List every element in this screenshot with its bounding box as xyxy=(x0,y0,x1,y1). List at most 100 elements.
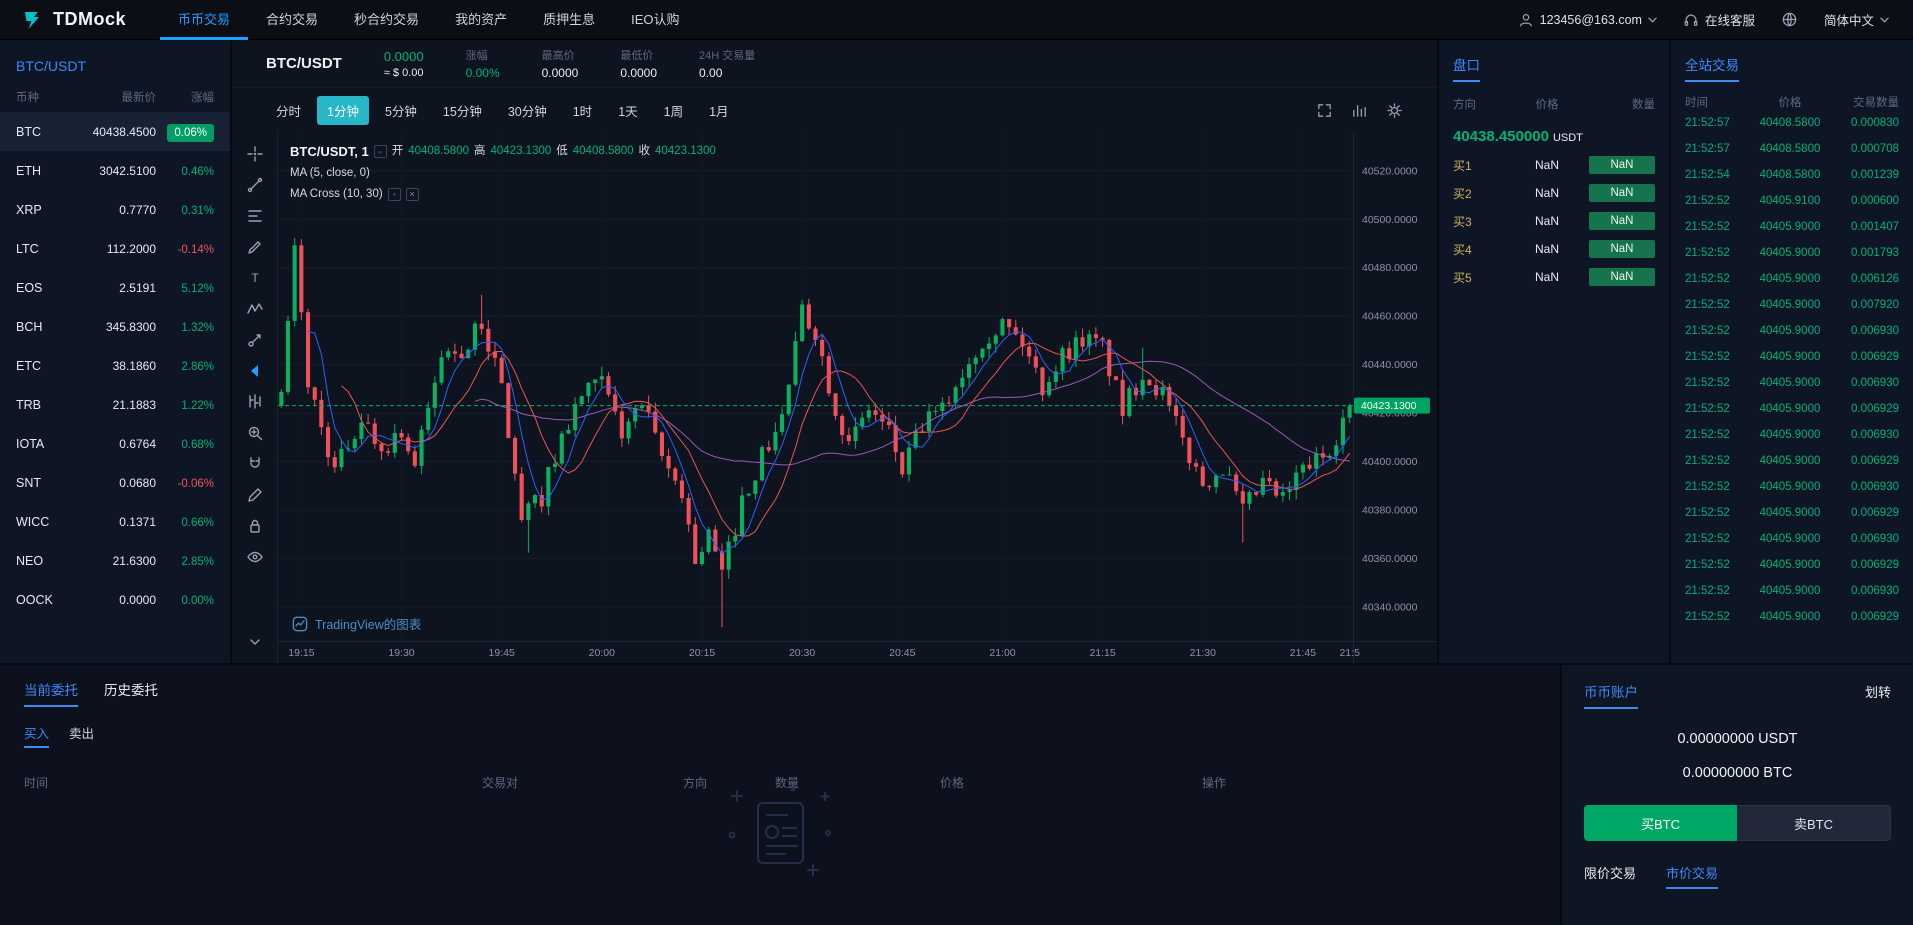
orderbook-quantity: NaN xyxy=(1589,212,1655,230)
trade-type-tab[interactable]: 限价交易 xyxy=(1584,863,1636,889)
nav-item[interactable]: 秒合约交易 xyxy=(336,0,437,40)
coin-name: WICC xyxy=(16,515,74,529)
orderbook-row[interactable]: 买4 NaN NaN xyxy=(1453,235,1655,263)
globe-button[interactable] xyxy=(1781,11,1798,28)
orders-tab[interactable]: 历史委托 xyxy=(104,679,158,705)
timeframe-tab[interactable]: 分时 xyxy=(266,96,311,125)
prediction-icon[interactable] xyxy=(232,324,277,355)
coin-name: NEO xyxy=(16,554,74,568)
nav-item[interactable]: 质押生息 xyxy=(525,0,613,40)
orderbook-row[interactable]: 买5 NaN NaN xyxy=(1453,263,1655,291)
logo-icon xyxy=(22,8,46,32)
trend-line-icon[interactable] xyxy=(232,169,277,200)
coin-row[interactable]: XRP 0.7770 0.31% xyxy=(0,190,230,229)
nav-item[interactable]: 合约交易 xyxy=(248,0,336,40)
orderbook-row[interactable]: 买3 NaN NaN xyxy=(1453,207,1655,235)
trade-row: 21:52:52 40405.9000 0.006930 xyxy=(1685,578,1899,604)
chart-canvas[interactable]: 40520.000040500.000040480.000040460.0000… xyxy=(278,132,1437,663)
tradingview-attribution[interactable]: TradingView的图表 xyxy=(292,614,421,633)
orderbook-row[interactable]: 买1 NaN NaN xyxy=(1453,151,1655,179)
orders-tab[interactable]: 当前委托 xyxy=(24,679,78,707)
ma-close-icon[interactable]: × xyxy=(406,188,419,201)
logo-text: TDMock xyxy=(53,9,126,30)
coin-row[interactable]: LTC 112.2000 -0.14% xyxy=(0,229,230,268)
eye-icon[interactable] xyxy=(232,541,277,572)
trades-tab[interactable]: 全站交易 xyxy=(1685,54,1739,82)
timeframe-tab[interactable]: 15分钟 xyxy=(433,96,492,125)
timeframe-tab[interactable]: 1周 xyxy=(654,96,693,125)
trade-time: 21:52:52 xyxy=(1685,273,1747,285)
sell-btc-button[interactable]: 卖BTC xyxy=(1737,805,1891,841)
orderbook-tab[interactable]: 盘口 xyxy=(1453,54,1480,82)
orders-subtab[interactable]: 卖出 xyxy=(69,723,94,748)
orderbook-direction: 买3 xyxy=(1453,213,1505,230)
fib-retracement-icon[interactable] xyxy=(232,200,277,231)
coin-row[interactable]: EOS 2.5191 5.12% xyxy=(0,268,230,307)
coin-row[interactable]: IOTA 0.6764 0.68% xyxy=(0,424,230,463)
nav-item[interactable]: IEO认购 xyxy=(613,0,697,40)
transfer-link[interactable]: 划转 xyxy=(1865,682,1891,701)
trade-quantity: 0.000600 xyxy=(1833,195,1899,207)
crosshair-icon[interactable] xyxy=(232,138,277,169)
coin-row[interactable]: BCH 345.8300 1.32% xyxy=(0,307,230,346)
legend-eye-icon[interactable]: ◦ xyxy=(374,145,387,158)
text-tool-icon[interactable]: T xyxy=(232,262,277,293)
brush-icon[interactable] xyxy=(232,231,277,262)
coin-row[interactable]: OOCK 0.0000 0.00% xyxy=(0,580,230,619)
coin-row[interactable]: SNT 0.0680 -0.06% xyxy=(0,463,230,502)
col-quantity: 交易数量 xyxy=(1833,94,1899,110)
logo[interactable]: TDMock xyxy=(22,8,126,32)
support-link[interactable]: 在线客服 xyxy=(1683,10,1755,29)
nav-item[interactable]: 我的资产 xyxy=(437,0,525,40)
xabcd-pattern-icon[interactable] xyxy=(232,293,277,324)
ma-settings-icon[interactable]: ◦ xyxy=(388,188,401,201)
bars-pattern-icon[interactable] xyxy=(232,386,277,417)
trade-row: 21:52:52 40405.9000 0.006929 xyxy=(1685,500,1899,526)
candlestick-chart[interactable]: 40520.000040500.000040480.000040460.0000… xyxy=(278,132,1437,663)
edit-pencil-icon[interactable] xyxy=(232,479,277,510)
orderbook-price: NaN xyxy=(1505,270,1589,284)
timeframe-tab[interactable]: 1时 xyxy=(563,96,602,125)
timeframe-tab[interactable]: 5分钟 xyxy=(375,96,427,125)
chart-toolbar-right xyxy=(1316,95,1403,126)
svg-text:19:45: 19:45 xyxy=(489,647,515,659)
trade-quantity: 0.006930 xyxy=(1833,585,1899,597)
coin-row[interactable]: TRB 21.1883 1.22% xyxy=(0,385,230,424)
timeframe-tab[interactable]: 1分钟 xyxy=(317,96,369,125)
language-menu[interactable]: 简体中文 xyxy=(1824,10,1889,29)
coin-price: 2.5191 xyxy=(74,281,156,295)
trade-type-tab[interactable]: 市价交易 xyxy=(1666,863,1718,889)
timeframe-tab[interactable]: 30分钟 xyxy=(498,96,557,125)
ticker-last-price: 0.0000 xyxy=(384,49,424,64)
account-tab[interactable]: 币币账户 xyxy=(1584,681,1638,709)
timeframe-tab[interactable]: 1天 xyxy=(608,96,647,125)
zoom-icon[interactable] xyxy=(232,417,277,448)
coin-row[interactable]: NEO 21.6300 2.85% xyxy=(0,541,230,580)
svg-text:40340.0000: 40340.0000 xyxy=(1362,602,1418,614)
coin-row[interactable]: ETH 3042.5100 0.46% xyxy=(0,151,230,190)
trade-quantity: 0.001793 xyxy=(1833,247,1899,259)
nav-item[interactable]: 币币交易 xyxy=(160,0,248,40)
orders-subtab[interactable]: 买入 xyxy=(24,723,49,748)
trade-row: 21:52:52 40405.9100 0.000600 xyxy=(1685,188,1899,214)
timeframe-tab[interactable]: 1月 xyxy=(699,96,738,125)
indicators-icon[interactable] xyxy=(1351,95,1368,126)
coin-name: ETH xyxy=(16,164,74,178)
trade-time: 21:52:52 xyxy=(1685,611,1747,623)
coin-row[interactable]: BTC 40438.4500 0.06% xyxy=(0,112,230,151)
trade-time: 21:52:52 xyxy=(1685,195,1747,207)
hide-panel-arrow-icon[interactable] xyxy=(232,355,277,386)
coin-row[interactable]: WICC 0.1371 0.66% xyxy=(0,502,230,541)
language-label: 简体中文 xyxy=(1824,10,1874,29)
toolbar-more-chevron-icon[interactable] xyxy=(232,626,277,657)
orders-panel: 当前委托 历史委托 买入 卖出 时间 交易对 方向 数量 价格 xyxy=(0,665,1560,925)
buy-btc-button[interactable]: 买BTC xyxy=(1584,805,1737,841)
fullscreen-icon[interactable] xyxy=(1316,95,1333,126)
magnet-icon[interactable] xyxy=(232,448,277,479)
account-menu[interactable]: 123456@163.com xyxy=(1518,12,1657,28)
settings-gear-icon[interactable] xyxy=(1386,95,1403,126)
lock-icon[interactable] xyxy=(232,510,277,541)
coin-row[interactable]: ETC 38.1860 2.86% xyxy=(0,346,230,385)
orderbook-row[interactable]: 买2 NaN NaN xyxy=(1453,179,1655,207)
support-label: 在线客服 xyxy=(1705,10,1755,29)
